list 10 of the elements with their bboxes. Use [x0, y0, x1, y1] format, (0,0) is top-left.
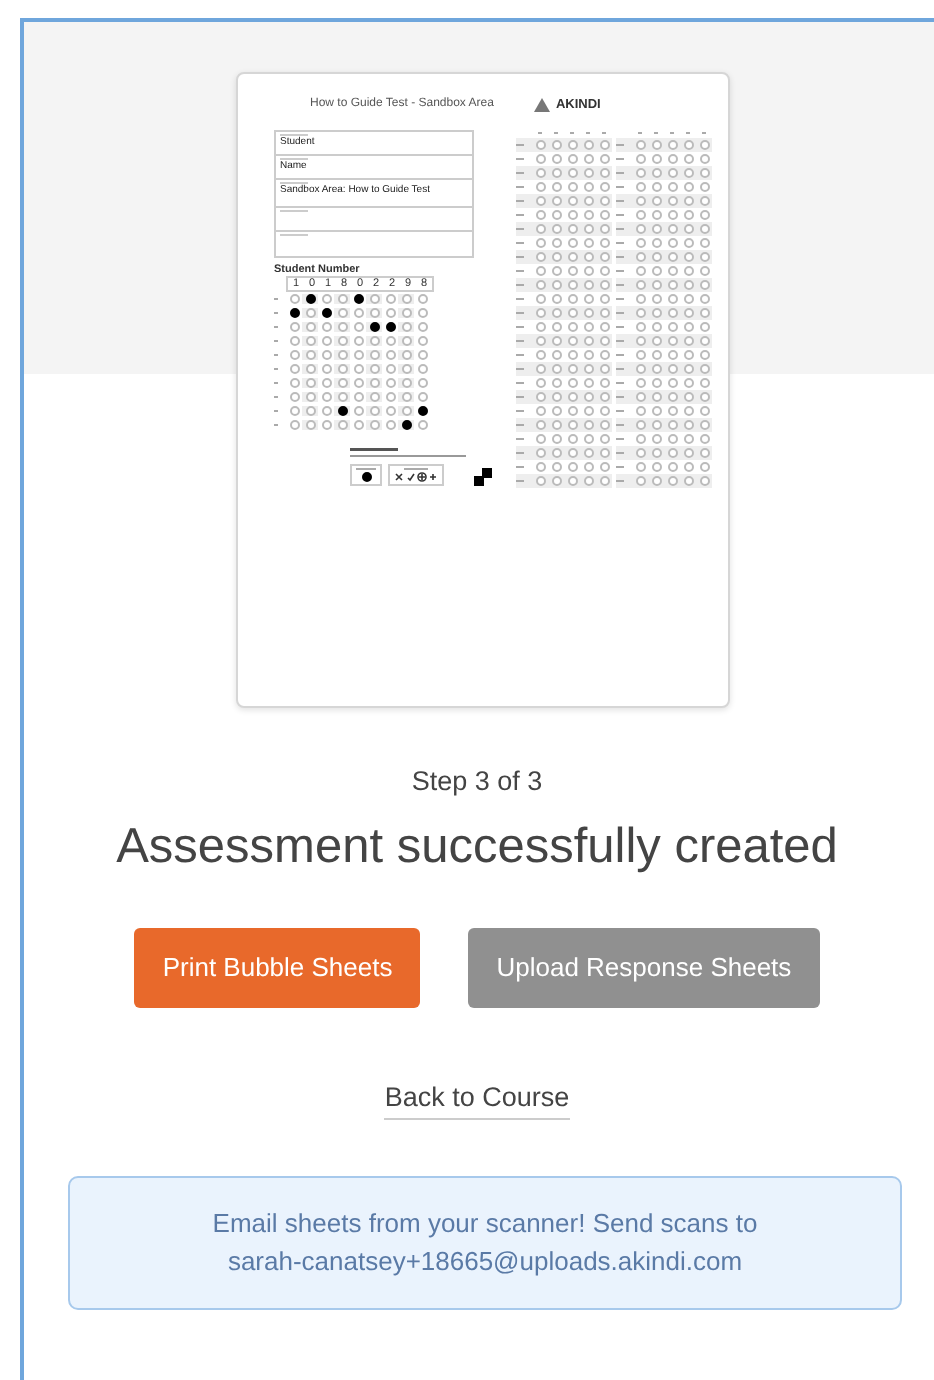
- logo-triangle-icon: [533, 98, 550, 113]
- scanner-email-notice: Email sheets from your scanner! Send scans to sarah-canatsey+18665@uploads.akindi.com: [68, 1175, 902, 1309]
- step-indicator: Step 3 of 3: [409, 764, 545, 800]
- page-heading: Assessment successfully created: [114, 818, 840, 879]
- print-sheets-button[interactable]: Print Bubble Sheets: [134, 928, 421, 1007]
- incorrect-marks-drawing: [394, 472, 438, 483]
- corner-marks-drawing: [474, 468, 492, 487]
- filled-bubble-icon: [361, 472, 371, 483]
- back-to-course-link[interactable]: Back to Course: [384, 1081, 570, 1119]
- marking-instructions-drawing: [350, 448, 470, 461]
